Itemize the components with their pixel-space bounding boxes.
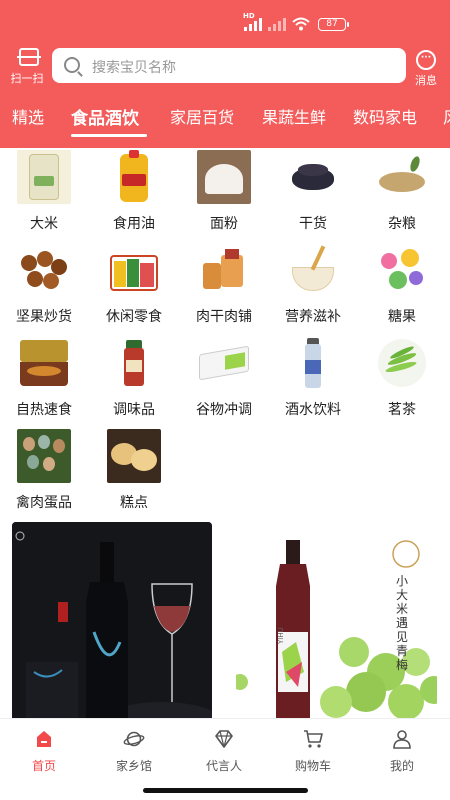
category-label: 糕点 (120, 495, 148, 511)
snacks-icon (107, 243, 161, 297)
category-label: 杂粮 (388, 216, 416, 232)
category-label: 禽肉蛋品 (16, 495, 72, 511)
tab-ambassador-label: 代言人 (205, 759, 242, 773)
user-icon (393, 730, 411, 749)
signal-weak-icon (268, 17, 286, 31)
scan-icon (17, 48, 41, 66)
category-label: 坚果炒货 (16, 309, 72, 325)
seasoning-icon (107, 336, 161, 390)
messages-button[interactable]: ··· 消息 (410, 50, 442, 88)
category-label: 肉干肉铺 (196, 309, 252, 325)
category-seasoning[interactable]: 调味品 (94, 336, 174, 421)
category-label: 酒水饮料 (285, 402, 341, 418)
category-label: 谷物冲调 (196, 402, 252, 418)
category-label: 食用油 (113, 216, 155, 232)
category-flour[interactable]: 面粉 (184, 150, 264, 235)
beverage-icon (286, 336, 340, 390)
battery-indicator: 87 (318, 18, 349, 31)
tab-profile[interactable]: 我的 (362, 729, 442, 774)
category-jerky[interactable]: 肉干肉铺 (184, 243, 264, 328)
header: HD 87 扫一扫 搜索宝贝名称 ··· 消息 精选 食品酒饮 家居百货 果蔬生… (0, 0, 450, 148)
category-label: 干货 (299, 216, 327, 232)
tab-more[interactable]: 风 (443, 104, 450, 128)
search-placeholder: 搜索宝贝名称 (92, 60, 176, 76)
signal-icon (244, 17, 262, 31)
tab-featured[interactable]: 精选 (12, 104, 44, 128)
cereal-icon (197, 336, 251, 390)
nutrition-icon (286, 243, 340, 297)
category-rice[interactable]: 大米 (4, 150, 84, 235)
tab-home-goods[interactable]: 家居百货 (170, 104, 234, 128)
grains-icon (375, 150, 429, 204)
pastry-icon (107, 429, 161, 483)
category-dried[interactable]: 干货 (273, 150, 353, 235)
category-label: 调味品 (113, 402, 155, 418)
tab-electronics[interactable]: 数码家电 (353, 104, 417, 128)
home-icon (37, 731, 51, 747)
category-label: 茗茶 (388, 402, 416, 418)
tab-home-label: 首页 (31, 759, 56, 773)
category-candy[interactable]: 糖果 (362, 243, 442, 328)
category-grains[interactable]: 杂粮 (362, 150, 442, 235)
category-grid: 大米 食用油 面粉 干货 杂粮 坚果炒货 休闲零食 肉干肉铺 营养滋补 糖果 自… (0, 148, 450, 718)
category-oil[interactable]: 食用油 (94, 150, 174, 235)
tea-icon (375, 336, 429, 390)
jerky-icon (197, 243, 251, 297)
bottle-label: YIHU (277, 627, 285, 644)
flour-icon (197, 150, 251, 204)
scan-label: 扫一扫 (10, 72, 44, 85)
category-label: 大米 (30, 216, 58, 232)
category-tabs: 精选 食品酒饮 家居百货 果蔬生鲜 数码家电 风 (0, 98, 450, 138)
dried-goods-icon (286, 150, 340, 204)
cart-icon (304, 730, 323, 748)
category-label: 自热速食 (16, 402, 72, 418)
home-indicator[interactable] (143, 788, 308, 793)
category-nuts[interactable]: 坚果炒货 (4, 243, 84, 328)
banner-slogan: 小大米遇见青梅 (396, 574, 409, 672)
tab-food-drinks[interactable]: 食品酒饮 (71, 104, 139, 129)
chat-bubble-icon: ··· (416, 50, 436, 70)
tab-underline (71, 134, 147, 137)
category-tea[interactable]: 茗茶 (362, 336, 442, 421)
wine-bottle-image (12, 522, 212, 718)
category-beverage[interactable]: 酒水饮料 (273, 336, 353, 421)
category-nutrition[interactable]: 营养滋补 (273, 243, 353, 328)
oil-bottle-icon (107, 150, 161, 204)
tab-fresh-produce[interactable]: 果蔬生鲜 (262, 104, 326, 128)
promo-banner-plum-wine[interactable]: 小大米遇见青梅 YIHU (236, 522, 437, 718)
wifi-icon (292, 17, 310, 31)
status-bar: HD 87 (0, 0, 450, 44)
tab-profile-label: 我的 (389, 759, 414, 773)
category-pastry[interactable]: 糕点 (94, 429, 174, 514)
category-instant[interactable]: 自热速食 (4, 336, 84, 421)
scan-button[interactable]: 扫一扫 (10, 48, 48, 88)
candy-icon (375, 243, 429, 297)
tab-home[interactable]: 首页 (4, 729, 84, 774)
rice-bag-icon (17, 150, 71, 204)
search-input[interactable]: 搜索宝贝名称 (52, 48, 406, 83)
eggs-icon (17, 429, 71, 483)
tab-hometown[interactable]: 家乡馆 (94, 729, 174, 774)
promo-banner-wine[interactable] (12, 522, 212, 718)
tab-cart-label: 购物车 (294, 759, 331, 773)
search-icon (64, 57, 80, 73)
category-label: 休闲零食 (106, 309, 162, 325)
tab-hometown-label: 家乡馆 (115, 759, 152, 773)
messages-label: 消息 (415, 74, 437, 87)
category-snacks[interactable]: 休闲零食 (94, 243, 174, 328)
planet-icon (123, 731, 145, 747)
category-eggs[interactable]: 禽肉蛋品 (4, 429, 84, 514)
nuts-icon (17, 243, 71, 297)
instant-food-icon (17, 336, 71, 390)
tab-cart[interactable]: 购物车 (273, 729, 353, 774)
diamond-icon (215, 730, 233, 748)
category-label: 糖果 (388, 309, 416, 325)
category-cereal[interactable]: 谷物冲调 (184, 336, 264, 421)
category-label: 面粉 (210, 216, 238, 232)
tab-ambassador[interactable]: 代言人 (184, 729, 264, 774)
category-label: 营养滋补 (285, 309, 341, 325)
